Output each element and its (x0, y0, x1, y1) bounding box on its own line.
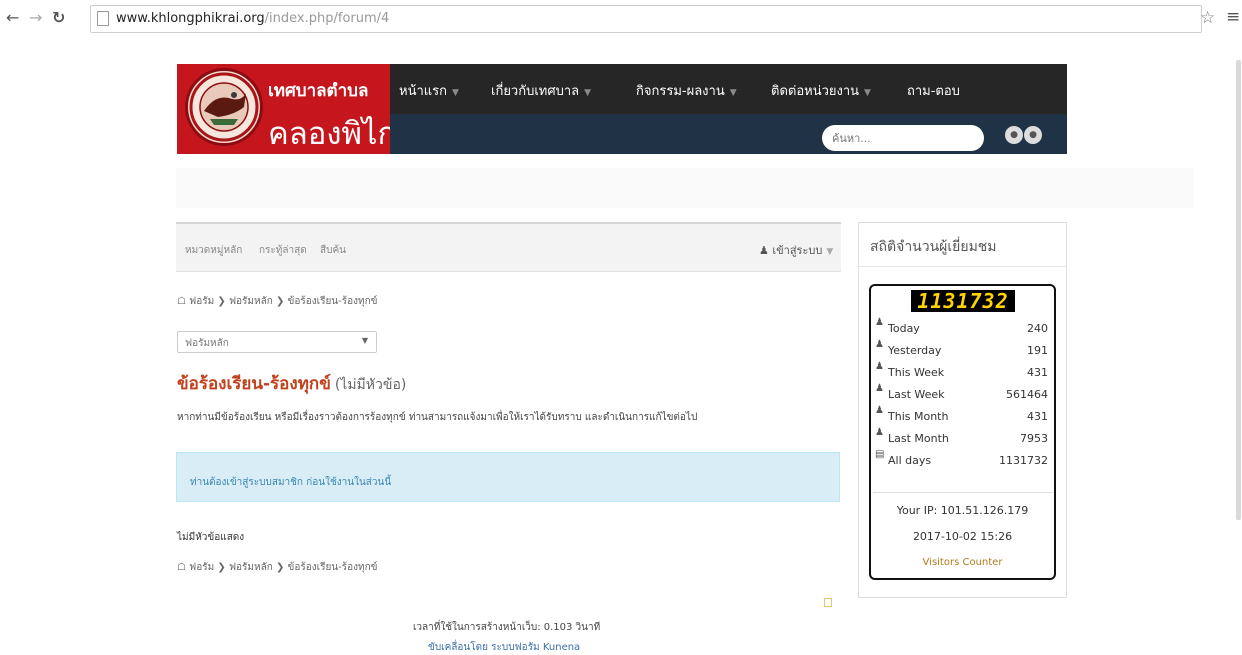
scrollbar[interactable] (1236, 60, 1241, 520)
stat-value: 431 (1027, 410, 1048, 423)
menu-icon[interactable]: ≡ (1226, 7, 1240, 27)
login-label: เข้าสู่ระบบ (772, 244, 823, 257)
logo-title: เทศบาลตำบล (268, 81, 369, 101)
select-value: ฟอรัมหลัก (185, 338, 229, 349)
breadcrumb-item[interactable]: ข้อร้องเรียน-ร้องทุกข์ (288, 562, 378, 573)
divider (873, 492, 1053, 493)
forward-arrow-icon[interactable]: → (29, 9, 42, 27)
nav-item-label: ถาม-ตอบ (907, 84, 960, 99)
stat-row-all-days: ▤ All days 1131732 (873, 449, 1051, 470)
url-host: www.khlongphikrai.org (116, 11, 265, 26)
stat-row-this-week: ♟ This Week 431 (873, 361, 1051, 382)
stat-row-today: ♟ Today 240 (873, 317, 1051, 338)
reload-icon[interactable]: ↻ (52, 9, 65, 27)
stats-title: สถิติจำนวนผู้เยี่ยมชม (870, 239, 997, 255)
generation-time: เวลาที่ใช้ในการสร้างหน้าเว็บ: 0.103 วินา… (413, 622, 601, 633)
stat-label: All days (888, 454, 932, 467)
current-datetime: 2017-10-02 15:26 (912, 530, 1013, 543)
user-icon: ♟ (875, 383, 884, 394)
visitors-counter-link[interactable]: Visitors Counter (869, 557, 1056, 568)
caret-down-icon: ▼ (452, 88, 459, 98)
counter-digits: 1131732 (911, 290, 1015, 312)
user-icon: ♟ (875, 317, 884, 328)
caret-down-icon: ▼ (584, 88, 592, 98)
nav-item-activities[interactable]: กิจกรรม-ผลงาน ▼ (636, 80, 737, 101)
home-icon[interactable]: ☖ (177, 296, 186, 307)
nav-item-about[interactable]: เกี่ยวกับเทศบาล ▼ (491, 80, 591, 101)
stat-value: 1131732 (999, 454, 1048, 467)
page-icon (97, 11, 109, 26)
back-arrow-icon[interactable]: ← (6, 9, 19, 27)
home-icon[interactable]: ☖ (177, 562, 186, 573)
link-main-categories[interactable]: หมวดหมู่หลัก (185, 243, 242, 258)
lock-icon[interactable]: ● (1005, 126, 1023, 144)
nav-item-label: กิจกรรม-ผลงาน (636, 84, 725, 99)
nav-item-label: หน้าแรก (399, 84, 447, 99)
link-search[interactable]: สืบค้น (320, 243, 346, 258)
background-pattern (176, 168, 1194, 208)
stat-label: Today (888, 322, 920, 335)
forum-panel (176, 222, 841, 648)
nav-item-contact[interactable]: ติดต่อหน่วยงาน ▼ (771, 80, 871, 101)
breadcrumb-bottom: ☖ ฟอรัม ❯ ฟอรัมหลัก ❯ ข้อร้องเรียน-ร้องท… (177, 562, 378, 573)
breadcrumb: ☖ ฟอรัม ❯ ฟอรัมหลัก ❯ ข้อร้องเรียน-ร้องท… (177, 296, 378, 307)
stat-label: This Week (888, 366, 945, 379)
stat-label: Last Month (888, 432, 949, 445)
login-notice-text[interactable]: ท่านต้องเข้าสู่ระบบสมาชิก ก่อนใช้งานในส่… (190, 475, 391, 490)
nav-item-home[interactable]: หน้าแรก ▼ (399, 80, 459, 101)
nav-item-label: เกี่ยวกับเทศบาล (491, 84, 580, 99)
divider (858, 266, 1067, 267)
category-description: หากท่านมีข้อร้องเรียน หรือมีเรื่องราวต้อ… (177, 412, 698, 423)
category-subtitle: (ไม่มีหัวข้อ) (334, 377, 407, 393)
stat-value: 561464 (1006, 388, 1048, 401)
stat-value: 191 (1027, 344, 1048, 357)
stat-row-this-month: ♟ This Month 431 (873, 405, 1051, 426)
municipal-seal-icon (185, 68, 263, 146)
user-icon: ♟ (759, 244, 769, 257)
user-icon: ♟ (875, 339, 884, 350)
nav-item-label: ติดต่อหน่วยงาน (771, 84, 860, 99)
user-icon: ♟ (875, 427, 884, 438)
login-dropdown[interactable]: ♟ เข้าสู่ระบบ ▼ (759, 241, 833, 259)
caret-down-icon: ▼ (729, 88, 737, 98)
link-recent-topics[interactable]: กระทู้ล่าสุด (259, 243, 307, 258)
url-text[interactable]: www.khlongphikrai.org/index.php/forum/4 (116, 11, 389, 26)
stat-label: Yesterday (888, 344, 942, 357)
your-ip: Your IP: 101.51.126.179 (896, 504, 1029, 517)
breadcrumb-item[interactable]: ฟอรัมหลัก (229, 562, 273, 573)
search-input[interactable] (822, 125, 984, 151)
user-icon: ♟ (875, 405, 884, 416)
chart-icon: ▤ (875, 449, 885, 460)
bookmark-star-icon[interactable]: ☆ (1200, 8, 1215, 28)
user-icon: ♟ (875, 361, 884, 372)
stat-row-yesterday: ♟ Yesterday 191 (873, 339, 1051, 360)
user-register-icon[interactable]: ● (1024, 126, 1042, 144)
category-title: ข้อร้องเรียน-ร้องทุกข์ (ไม่มีหัวข้อ) (177, 370, 406, 397)
forum-jump-select[interactable]: ฟอรัมหลัก ▼ (177, 331, 377, 353)
no-topics-text: ไม่มีหัวข้อแสดง (177, 532, 245, 543)
stat-row-last-week: ♟ Last Week 561464 (873, 383, 1051, 404)
category-name: ข้อร้องเรียน-ร้องทุกข์ (177, 374, 331, 394)
breadcrumb-item[interactable]: ฟอรัม (189, 296, 214, 307)
stat-row-last-month: ♟ Last Month 7953 (873, 427, 1051, 448)
breadcrumb-item[interactable]: ข้อร้องเรียน-ร้องทุกข์ (288, 296, 378, 307)
url-path: /index.php/forum/4 (264, 11, 390, 26)
chevron-down-icon: ▼ (361, 336, 368, 345)
stat-value: 7953 (1020, 432, 1048, 445)
breadcrumb-item[interactable]: ฟอรัมหลัก (229, 296, 273, 307)
breadcrumb-item[interactable]: ฟอรัม (189, 562, 214, 573)
nav-item-qa[interactable]: ถาม-ตอบ (907, 80, 960, 101)
stat-value: 240 (1027, 322, 1048, 335)
caret-down-icon: ▼ (864, 88, 871, 98)
back-to-top-icon[interactable] (824, 598, 832, 607)
stat-value: 431 (1027, 366, 1048, 379)
stat-label: This Month (888, 410, 949, 423)
stat-label: Last Week (888, 388, 945, 401)
caret-down-icon: ▼ (826, 247, 834, 257)
